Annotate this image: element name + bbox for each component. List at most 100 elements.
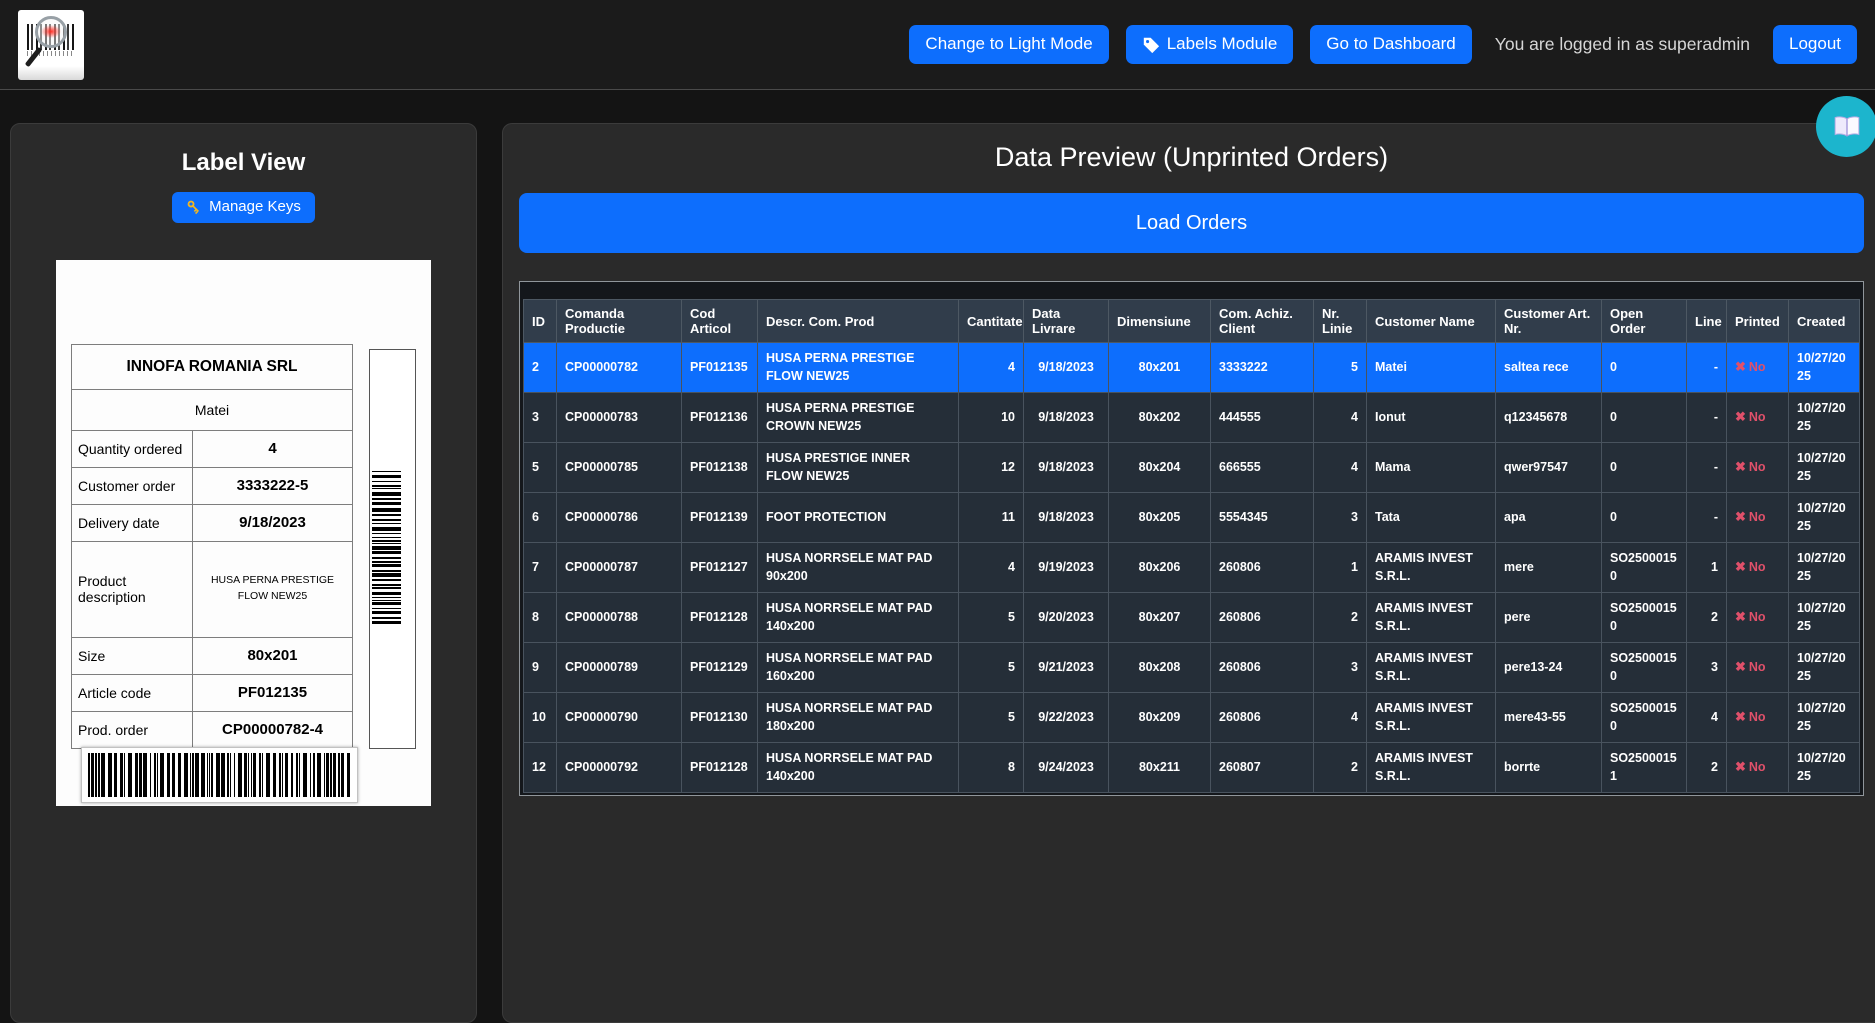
change-light-mode-button[interactable]: Change to Light Mode — [909, 25, 1108, 64]
order-cell: 11 — [959, 493, 1024, 543]
key-icon — [186, 199, 202, 215]
order-cell: 260806 — [1211, 543, 1314, 593]
order-cell: 9/18/2023 — [1024, 343, 1109, 393]
order-cell: ✖No — [1727, 693, 1789, 743]
label-field-value: 4 — [193, 430, 353, 467]
x-icon: ✖ — [1735, 459, 1746, 474]
order-row[interactable]: 6CP00000786PF012139FOOT PROTECTION119/18… — [524, 493, 1860, 543]
open-book-icon — [1833, 115, 1861, 139]
order-cell: ✖No — [1727, 643, 1789, 693]
order-cell: SO25000150 — [1602, 643, 1687, 693]
order-cell: Tata — [1367, 493, 1496, 543]
label-row: Matei — [72, 389, 353, 430]
order-cell: - — [1687, 393, 1727, 443]
label-table: INNOFA ROMANIA SRLMateiQuantity ordered4… — [71, 344, 353, 749]
order-cell: CP00000782 — [557, 343, 682, 393]
order-row[interactable]: 10CP00000790PF012130HUSA NORRSELE MAT PA… — [524, 693, 1860, 743]
x-icon: ✖ — [1735, 609, 1746, 624]
order-row[interactable]: 3CP00000783PF012136HUSA PERNA PRESTIGE C… — [524, 393, 1860, 443]
labels-module-button[interactable]: Labels Module — [1126, 25, 1294, 64]
docs-fab-button[interactable] — [1816, 96, 1875, 157]
load-orders-label: Load Orders — [1136, 212, 1247, 234]
label-field-name: Quantity ordered — [72, 430, 193, 467]
order-cell: 10 — [959, 393, 1024, 443]
data-preview-title: Data Preview (Unprinted Orders) — [503, 142, 1875, 173]
order-row[interactable]: 8CP00000788PF012128HUSA NORRSELE MAT PAD… — [524, 593, 1860, 643]
order-cell: 4 — [1314, 443, 1367, 493]
orders-table-container[interactable]: IDComanda ProductieCod ArticolDescr. Com… — [519, 281, 1864, 796]
order-cell: PF012127 — [682, 543, 758, 593]
order-cell: 80x211 — [1109, 743, 1211, 793]
order-cell: ✖No — [1727, 593, 1789, 643]
logout-button[interactable]: Logout — [1773, 25, 1857, 64]
order-cell: 2 — [1314, 593, 1367, 643]
order-cell: FOOT PROTECTION — [758, 493, 959, 543]
order-cell: 9/21/2023 — [1024, 643, 1109, 693]
label-view-title: Label View — [11, 149, 476, 177]
label-field-value: 80x201 — [193, 637, 353, 674]
label-preview: INNOFA ROMANIA SRLMateiQuantity ordered4… — [56, 260, 431, 806]
order-cell: 10/27/2025 — [1789, 743, 1860, 793]
order-row[interactable]: 9CP00000789PF012129HUSA NORRSELE MAT PAD… — [524, 643, 1860, 693]
order-cell: 3 — [1314, 643, 1367, 693]
app-logo[interactable] — [18, 10, 84, 80]
orders-table: IDComanda ProductieCod ArticolDescr. Com… — [523, 299, 1860, 793]
order-cell: 3 — [524, 393, 557, 443]
orders-table-head: IDComanda ProductieCod ArticolDescr. Com… — [524, 300, 1860, 343]
order-cell: 12 — [959, 443, 1024, 493]
label-company: INNOFA ROMANIA SRL — [72, 344, 353, 389]
order-cell: 5554345 — [1211, 493, 1314, 543]
label-field-name: Prod. order — [72, 711, 193, 748]
order-row[interactable]: 7CP00000787PF012127HUSA NORRSELE MAT PAD… — [524, 543, 1860, 593]
column-header: ID — [524, 300, 557, 343]
order-row[interactable]: 2CP00000782PF012135HUSA PERNA PRESTIGE F… — [524, 343, 1860, 393]
order-row[interactable]: 12CP00000792PF012128HUSA NORRSELE MAT PA… — [524, 743, 1860, 793]
order-cell: 9/19/2023 — [1024, 543, 1109, 593]
order-cell: PF012130 — [682, 693, 758, 743]
label-field-name: Product description — [72, 541, 193, 637]
label-field-value: PF012135 — [193, 674, 353, 711]
order-cell: q12345678 — [1496, 393, 1602, 443]
label-row: Quantity ordered4 — [72, 430, 353, 467]
order-cell: CP00000792 — [557, 743, 682, 793]
order-cell: 80x205 — [1109, 493, 1211, 543]
order-cell: ✖No — [1727, 543, 1789, 593]
x-icon: ✖ — [1735, 759, 1746, 774]
order-cell: - — [1687, 343, 1727, 393]
go-to-dashboard-button[interactable]: Go to Dashboard — [1310, 25, 1471, 64]
order-cell: PF012128 — [682, 743, 758, 793]
order-row[interactable]: 5CP00000785PF012138HUSA PRESTIGE INNER F… — [524, 443, 1860, 493]
order-cell: 80x208 — [1109, 643, 1211, 693]
order-cell: PF012128 — [682, 593, 758, 643]
order-cell: 8 — [959, 743, 1024, 793]
logout-label: Logout — [1789, 35, 1841, 54]
order-cell: borrte — [1496, 743, 1602, 793]
order-cell: 0 — [1602, 343, 1687, 393]
order-cell: HUSA PRESTIGE INNER FLOW NEW25 — [758, 443, 959, 493]
order-cell: HUSA NORRSELE MAT PAD 140x200 — [758, 593, 959, 643]
label-field-name: Article code — [72, 674, 193, 711]
order-cell: 3 — [1314, 493, 1367, 543]
order-cell: saltea rece — [1496, 343, 1602, 393]
order-cell: 5 — [959, 643, 1024, 693]
order-cell: PF012135 — [682, 343, 758, 393]
order-cell: - — [1687, 443, 1727, 493]
order-cell: PF012139 — [682, 493, 758, 543]
label-row: Product descriptionHUSA PERNA PRESTIGE F… — [72, 541, 353, 637]
order-cell: 4 — [1314, 393, 1367, 443]
column-header: Open Order — [1602, 300, 1687, 343]
column-header: Customer Name — [1367, 300, 1496, 343]
load-orders-button[interactable]: Load Orders — [519, 193, 1864, 253]
order-cell: 80x206 — [1109, 543, 1211, 593]
column-header: Created — [1789, 300, 1860, 343]
order-cell: 2 — [1687, 743, 1727, 793]
order-cell: SO25000151 — [1602, 743, 1687, 793]
order-cell: ✖No — [1727, 493, 1789, 543]
order-cell: CP00000785 — [557, 443, 682, 493]
bottom-barcode — [81, 747, 358, 803]
order-cell: 5 — [959, 593, 1024, 643]
manage-keys-button[interactable]: Manage Keys — [172, 192, 315, 223]
order-cell: 3 — [1687, 643, 1727, 693]
order-cell: 2 — [1314, 743, 1367, 793]
order-cell: CP00000789 — [557, 643, 682, 693]
